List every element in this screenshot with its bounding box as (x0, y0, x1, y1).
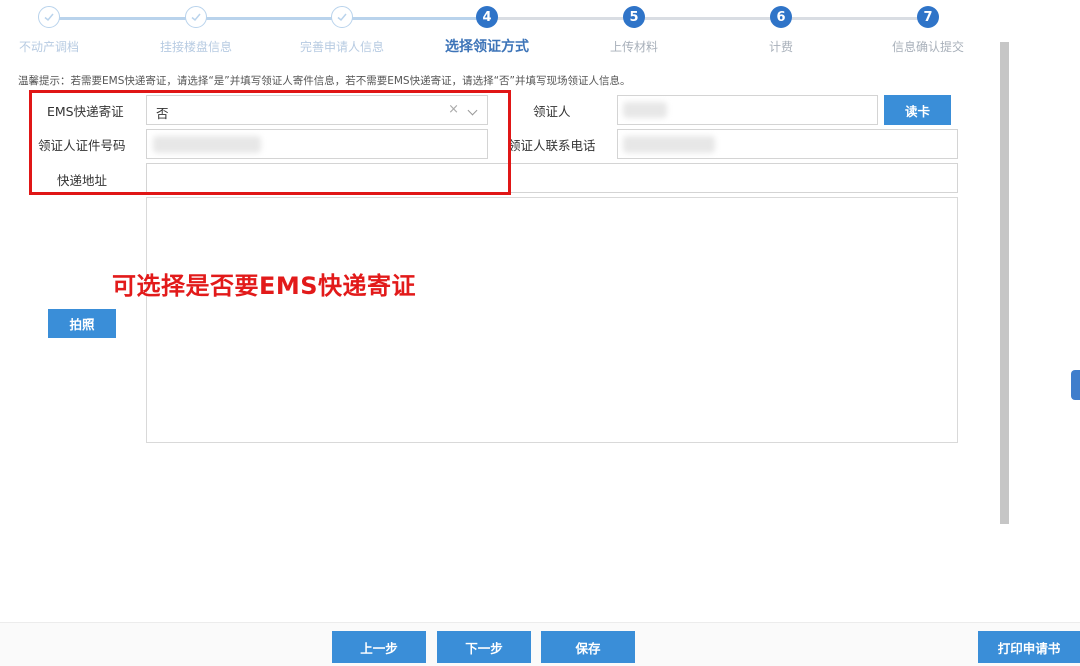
stepper-line-done (48, 17, 486, 20)
redacted-value (623, 102, 667, 118)
progress-stepper: 4 5 6 7 不动产调档 挂接楼盘信息 完善申请人信息 选择领证方式 上传材料… (0, 0, 1000, 60)
step-7-node: 7 (917, 6, 939, 28)
tip-text: 温馨提示：若需要EMS快递寄证，请选择“是”并填写领证人寄件信息，若不需要EMS… (18, 75, 631, 87)
step-6-node: 6 (770, 6, 792, 28)
recipient-input[interactable] (617, 95, 878, 125)
step-2-label: 挂接楼盘信息 (159, 40, 232, 54)
redacted-value (623, 136, 715, 153)
stepper-line-todo (486, 17, 928, 20)
step-4-node: 4 (476, 6, 498, 28)
step-3-check-icon (331, 6, 353, 28)
step-4-label: 选择领证方式 (445, 39, 529, 55)
prev-step-button[interactable]: 上一步 (332, 631, 426, 663)
step-3-label: 完善申请人信息 (299, 40, 384, 54)
vertical-scrollbar[interactable] (1000, 42, 1009, 524)
step-1-label: 不动产调档 (18, 40, 79, 54)
step-6-label: 计费 (768, 40, 793, 54)
phone-label: 领证人联系电话 (508, 138, 596, 153)
annotation-text: 可选择是否要EMS快递寄证 (112, 272, 417, 300)
highlight-box (29, 90, 511, 195)
read-card-button[interactable]: 读卡 (884, 95, 951, 125)
step-1-check-icon (38, 6, 60, 28)
save-button[interactable]: 保存 (541, 631, 635, 663)
step-5-node: 5 (623, 6, 645, 28)
phone-input[interactable] (617, 129, 958, 159)
step-7-label: 信息确认提交 (891, 40, 964, 54)
recipient-label: 领证人 (533, 104, 571, 119)
side-tab-icon[interactable] (1071, 370, 1080, 400)
step-2-check-icon (185, 6, 207, 28)
photo-button[interactable]: 拍照 (48, 309, 116, 338)
print-application-button[interactable]: 打印申请书 (978, 631, 1080, 663)
next-step-button[interactable]: 下一步 (437, 631, 531, 663)
photo-preview-area (146, 197, 958, 443)
step-5-label: 上传材料 (609, 40, 658, 54)
footer-bar (0, 622, 1080, 666)
